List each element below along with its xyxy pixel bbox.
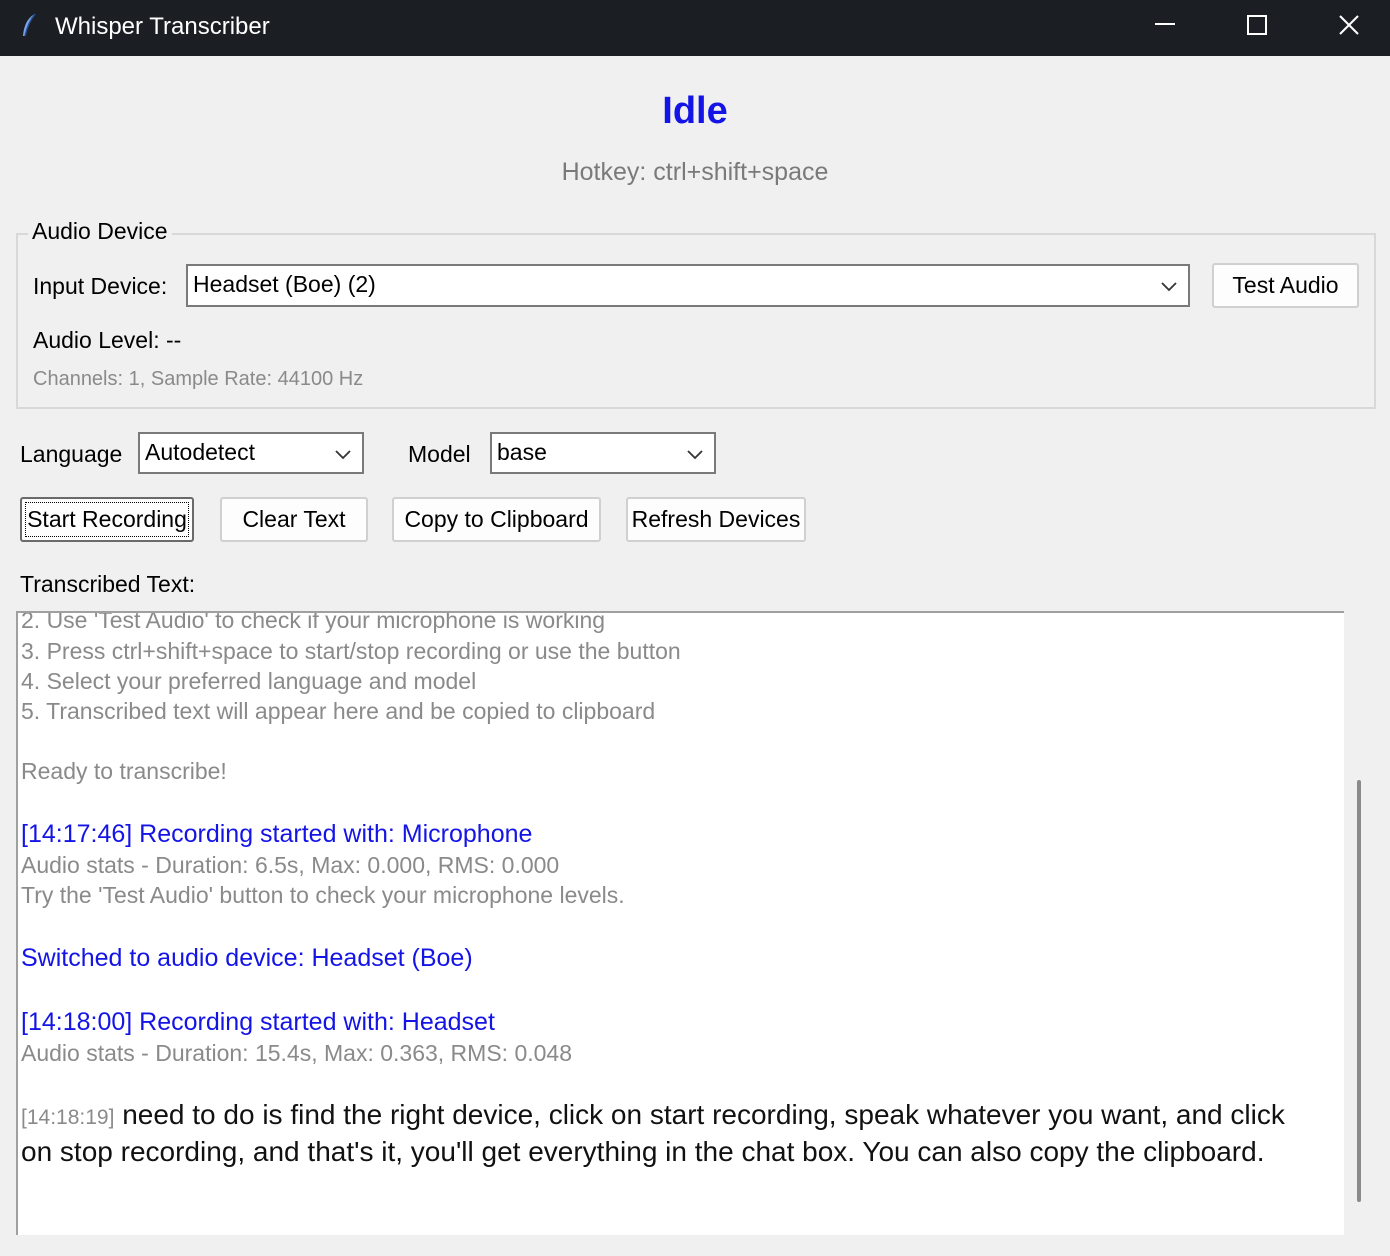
language-select[interactable]: Autodetect [138,432,364,474]
clear-text-button[interactable]: Clear Text [220,497,368,542]
log-line: 3. Press ctrl+shift+space to start/stop … [21,638,681,664]
chevron-down-icon [687,450,703,460]
window-title: Whisper Transcriber [55,13,270,40]
log-line: [14:17:46] Recording started with: Micro… [21,820,533,848]
log-line: Audio stats - Duration: 6.5s, Max: 0.000… [21,852,560,878]
minimize-button[interactable] [1118,0,1210,56]
transcription-textarea[interactable]: 2. Use 'Test Audio' to check if your mic… [16,611,1344,1235]
model-select[interactable]: base [490,432,716,474]
chevron-down-icon [1161,282,1177,292]
language-label: Language [20,441,123,467]
hotkey-label: Hotkey: ctrl+shift+space [561,158,829,186]
refresh-devices-button[interactable]: Refresh Devices [626,497,806,542]
log-line: 5. Transcribed text will appear here and… [21,698,656,724]
minimize-icon [1155,23,1175,25]
feather-icon [18,12,40,40]
start-recording-button[interactable]: Start Recording [20,497,194,542]
log-line: Try the 'Test Audio' button to check you… [21,882,625,908]
audio-level-label: Audio Level: -- [33,327,182,353]
log-line: Switched to audio device: Headset (Boe) [21,944,473,972]
copy-to-clipboard-button[interactable]: Copy to Clipboard [392,497,601,542]
status-label: Idle [662,90,728,132]
log-line: Audio stats - Duration: 15.4s, Max: 0.36… [21,1040,573,1066]
channels-info: Channels: 1, Sample Rate: 44100 Hz [33,368,364,390]
maximize-icon [1247,15,1267,35]
focus-ring [25,502,189,537]
log-line: 2. Use 'Test Audio' to check if your mic… [21,611,606,633]
title-bar: Whisper Transcriber [0,0,1390,56]
input-device-label: Input Device: [33,273,168,299]
model-value: base [497,439,547,465]
model-label: Model [408,441,471,467]
chevron-down-icon [335,450,351,460]
window-bottom-edge [0,1236,1390,1256]
transcription-text: need to do is find the right device, cli… [21,1099,1285,1167]
close-icon [1339,15,1359,35]
log-line: [14:18:00] Recording started with: Heads… [21,1008,495,1036]
scrollbar-thumb[interactable] [1357,780,1361,1202]
input-device-select[interactable]: Headset (Boe) (2) [186,264,1190,307]
test-audio-button[interactable]: Test Audio [1212,263,1359,308]
close-button[interactable] [1302,0,1390,56]
audio-device-group-title: Audio Device [28,218,172,245]
transcription-timestamp: [14:18:19] [21,1106,115,1129]
log-line: 4. Select your preferred language and mo… [21,668,477,694]
transcription-entry: [14:18:19] need to do is find the right … [21,1098,1321,1169]
log-line: Ready to transcribe! [21,758,227,784]
maximize-button[interactable] [1210,0,1302,56]
language-value: Autodetect [145,439,255,465]
transcribed-text-label: Transcribed Text: [20,571,196,597]
input-device-value: Headset (Boe) (2) [193,271,376,297]
